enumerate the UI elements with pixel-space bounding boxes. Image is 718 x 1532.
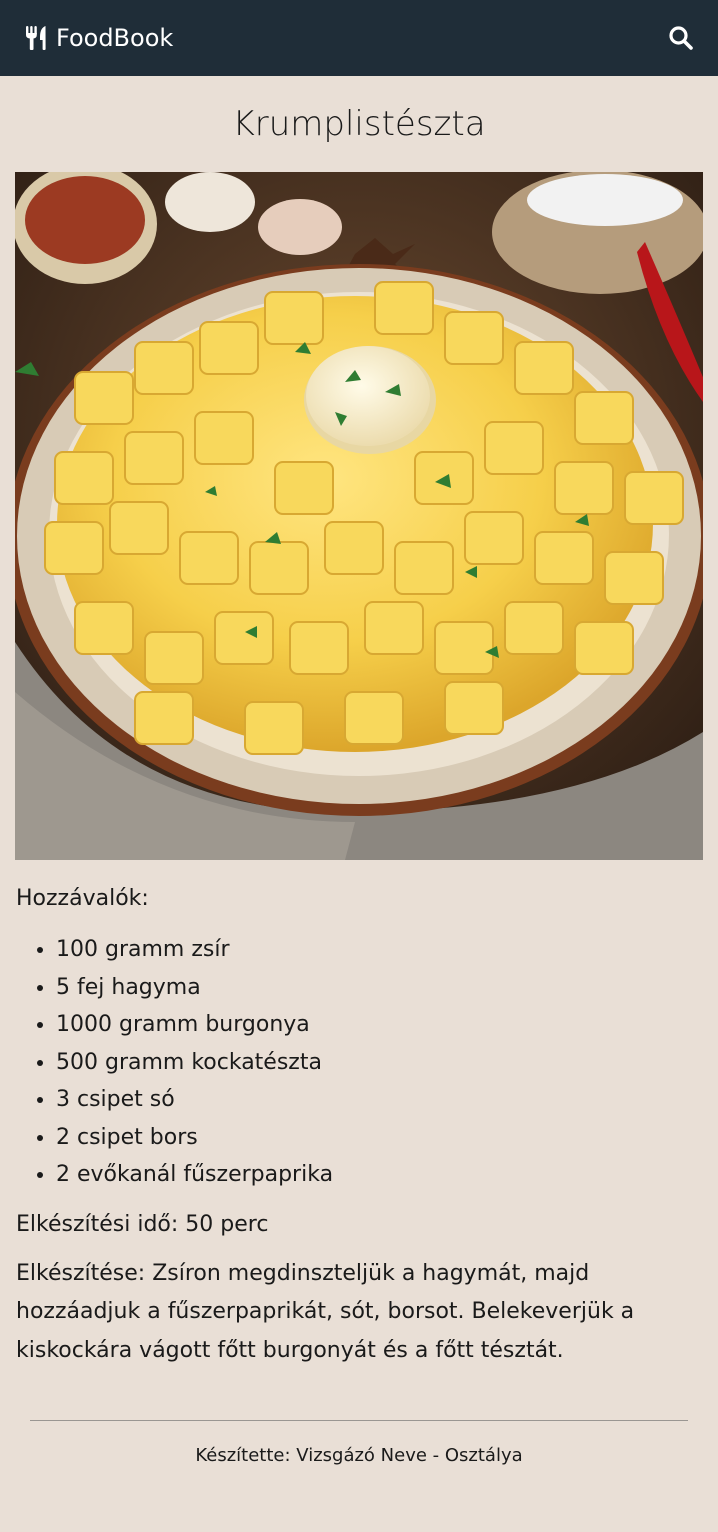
ingredient-item: 500 gramm kockatészta — [56, 1044, 702, 1082]
recipe-content: Hozzávalók: 100 gramm zsír 5 fej hagyma … — [0, 886, 718, 1370]
ingredient-item: 3 csipet só — [56, 1081, 702, 1119]
ingredient-item: 100 gramm zsír — [56, 931, 702, 969]
search-icon — [669, 26, 693, 50]
ingredient-item: 2 evőkanál fűszerpaprika — [56, 1156, 702, 1194]
search-button[interactable] — [668, 25, 694, 51]
recipe-image — [15, 172, 703, 860]
ingredient-item: 5 fej hagyma — [56, 969, 702, 1007]
footer: Készítette: Vizsgázó Neve - Osztálya — [0, 1445, 718, 1466]
brand-name: FoodBook — [56, 24, 174, 52]
utensils-icon — [26, 26, 46, 50]
preparation-time: Elkészítési idő: 50 perc — [16, 1211, 269, 1237]
ingredients-list: 100 gramm zsír 5 fej hagyma 1000 gramm b… — [16, 931, 702, 1194]
brand-link[interactable]: FoodBook — [24, 24, 173, 52]
ingredient-item: 1000 gramm burgonya — [56, 1006, 702, 1044]
footer-credit: Készítette: Vizsgázó Neve - Osztálya — [195, 1445, 523, 1466]
preparation-method: Elkészítése: Zsíron megdinszteljük a hag… — [16, 1260, 635, 1363]
ingredients-heading: Hozzávalók: — [16, 886, 149, 911]
ingredient-item: 2 csipet bors — [56, 1119, 702, 1157]
footer-divider — [30, 1420, 688, 1421]
navbar: FoodBook — [0, 0, 718, 76]
recipe-title: Krumplistészta — [232, 104, 486, 144]
